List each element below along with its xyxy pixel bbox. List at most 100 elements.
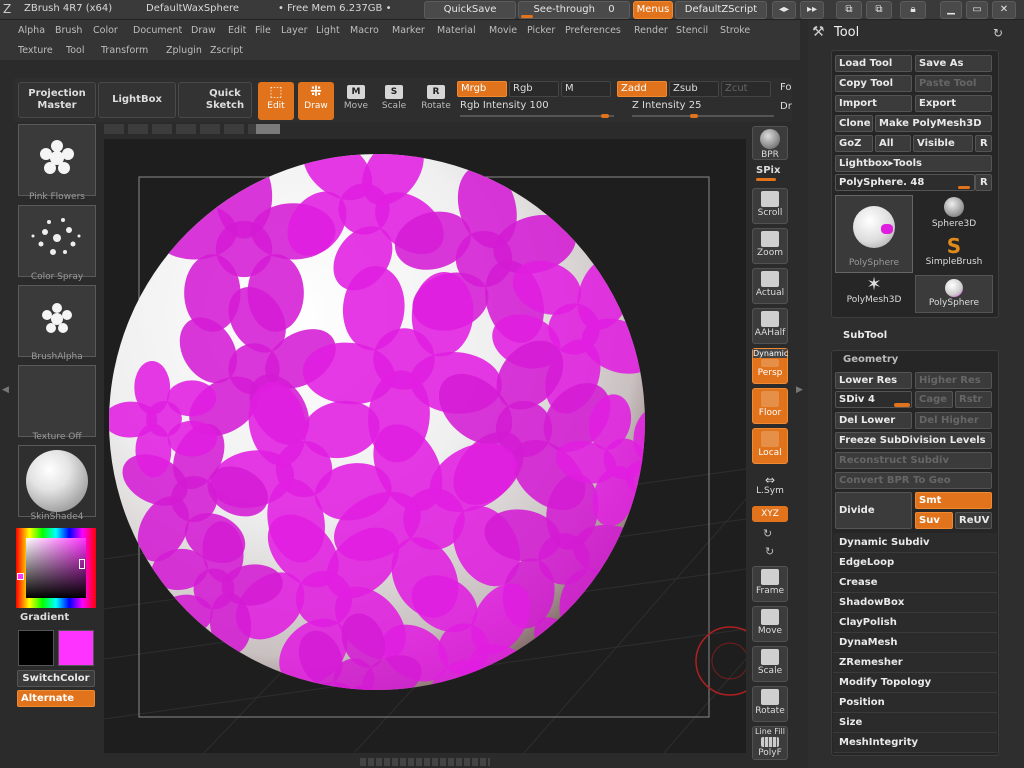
menu-color[interactable]: Color — [93, 25, 118, 36]
projection-master-button[interactable]: Projection Master — [18, 82, 96, 118]
z-intensity-slider[interactable]: Z Intensity 25 — [632, 100, 701, 111]
hue-marker[interactable] — [17, 573, 24, 580]
actual-button[interactable]: Actual — [752, 268, 788, 304]
alpha-thumbnail[interactable] — [18, 124, 96, 196]
lightbox-tools-button[interactable]: Lightbox▸Tools — [835, 155, 992, 172]
export-button[interactable]: Export — [915, 95, 992, 112]
mrgb-toggle[interactable]: Mrgb — [457, 81, 507, 97]
frame-button[interactable]: Frame — [752, 566, 788, 602]
load-tool-button[interactable]: Load Tool — [835, 55, 912, 72]
menu-file[interactable]: File — [255, 25, 271, 36]
section-edgeloop[interactable]: EdgeLoop — [833, 553, 997, 573]
stroke-thumbnail[interactable] — [18, 205, 96, 277]
section-modify-topology[interactable]: Modify Topology — [833, 673, 997, 693]
menu-tool[interactable]: Tool — [66, 45, 84, 56]
sphere3d-thumbnail[interactable]: Sphere3D — [915, 195, 993, 233]
goz-r-button[interactable]: R — [975, 135, 992, 152]
aahalf-button[interactable]: AAHalf — [752, 308, 788, 344]
current-tool-thumbnail[interactable]: PolySphere — [835, 195, 913, 273]
spix-slider[interactable]: SPix — [756, 165, 780, 176]
rotate-button[interactable]: R Rotate — [418, 82, 454, 120]
tool-palette-title[interactable]: Tool — [834, 25, 859, 40]
secondary-color-swatch[interactable] — [58, 630, 94, 666]
section-zremesher[interactable]: ZRemesher — [833, 653, 997, 673]
brush-alpha-thumbnail[interactable] — [18, 285, 96, 357]
menu-layer[interactable]: Layer — [281, 25, 308, 36]
rgb-intensity-slider[interactable]: Rgb Intensity 100 — [460, 100, 549, 111]
move-view-button[interactable]: Move — [752, 606, 788, 642]
divide-button[interactable]: Divide — [835, 492, 912, 529]
left-tray-toggle-icon[interactable]: ◀ — [2, 385, 10, 405]
freeze-subdivision-button[interactable]: Freeze SubDivision Levels — [835, 432, 992, 449]
section-crease[interactable]: Crease — [833, 573, 997, 593]
menu-preferences[interactable]: Preferences — [565, 25, 621, 36]
scroll-left-icon[interactable]: ◂▸ — [772, 1, 796, 19]
document-canvas[interactable] — [103, 139, 765, 754]
menu-brush[interactable]: Brush — [55, 25, 82, 36]
menu-draw[interactable]: Draw — [191, 25, 216, 36]
del-lower-button[interactable]: Del Lower — [835, 412, 912, 429]
zadd-toggle[interactable]: Zadd — [617, 81, 667, 97]
floor-button[interactable]: Floor — [752, 388, 788, 424]
smt-toggle[interactable]: Smt — [915, 492, 992, 509]
menu-document[interactable]: Document — [133, 25, 182, 36]
material-thumbnail[interactable] — [18, 445, 96, 517]
draw-button[interactable]: ⁜ Draw — [298, 82, 334, 120]
menu-light[interactable]: Light — [316, 25, 340, 36]
visible-button[interactable]: Visible — [913, 135, 973, 152]
zsub-toggle[interactable]: Zsub — [669, 81, 719, 97]
section-meshintegrity[interactable]: MeshIntegrity — [833, 733, 997, 753]
menu-marker[interactable]: Marker — [392, 25, 425, 36]
refresh-icon[interactable]: ↻ — [993, 26, 1003, 40]
polysphere-slider[interactable]: PolySphere. 48 — [835, 174, 975, 191]
menu-picker[interactable]: Picker — [527, 25, 555, 36]
menu-transform[interactable]: Transform — [101, 45, 148, 56]
polyf-button[interactable]: Line Fill PolyF — [752, 726, 788, 760]
rotate-y-icon[interactable]: ↻ — [763, 527, 772, 540]
rgb-intensity-knob[interactable] — [601, 114, 609, 118]
menu-movie[interactable]: Movie — [489, 25, 517, 36]
quick-sketch-button[interactable]: Quick Sketch — [178, 82, 252, 118]
menu-macro[interactable]: Macro — [350, 25, 379, 36]
menu-texture[interactable]: Texture — [18, 45, 53, 56]
del-higher-button[interactable]: Del Higher — [915, 412, 992, 429]
document-strip[interactable] — [104, 124, 280, 134]
polymesh3d-thumbnail[interactable]: ✶ PolyMesh3D — [835, 275, 913, 313]
see-through-slider[interactable]: See-through 0 — [518, 1, 630, 19]
z-intensity-track[interactable] — [632, 115, 774, 117]
local-button[interactable]: Local — [752, 428, 788, 464]
reconstruct-subdiv-button[interactable]: Reconstruct Subdiv — [835, 452, 992, 469]
texture-thumbnail[interactable] — [18, 365, 96, 437]
bottom-tray-handle[interactable] — [360, 758, 490, 766]
higher-res-button[interactable]: Higher Res — [915, 372, 992, 389]
paste-tool-button[interactable]: Paste Tool — [915, 75, 992, 92]
edit-button[interactable]: ⬚ Edit — [258, 82, 294, 120]
subtool-header[interactable]: SubTool — [843, 330, 887, 341]
menu-material[interactable]: Material — [437, 25, 476, 36]
minimize-icon[interactable]: ▁ — [940, 1, 962, 19]
layout-icon[interactable]: ⧉ — [836, 1, 862, 19]
scale-view-button[interactable]: Scale — [752, 646, 788, 682]
copy-tool-button[interactable]: Copy Tool — [835, 75, 912, 92]
convert-bpr-button[interactable]: Convert BPR To Geo — [835, 472, 992, 489]
menu-stroke[interactable]: Stroke — [720, 25, 750, 36]
bpr-button[interactable]: BPR — [752, 126, 788, 160]
saturation-marker[interactable] — [79, 559, 85, 569]
gradient-label[interactable]: Gradient — [20, 612, 69, 623]
goz-button[interactable]: GoZ — [835, 135, 873, 152]
zcut-toggle[interactable]: Zcut — [721, 81, 771, 97]
section-size[interactable]: Size — [833, 713, 997, 733]
rgb-toggle[interactable]: Rgb — [509, 81, 559, 97]
clone-button[interactable]: Clone — [835, 115, 873, 132]
menu-stencil[interactable]: Stencil — [676, 25, 708, 36]
layout-alt-icon[interactable]: ⧉ — [866, 1, 892, 19]
persp-button[interactable]: Dynamic Persp — [752, 348, 788, 384]
alternate-button[interactable]: Alternate — [17, 690, 95, 707]
z-intensity-knob[interactable] — [690, 114, 698, 118]
section-shadowbox[interactable]: ShadowBox — [833, 593, 997, 613]
section-dynamic-subdiv[interactable]: Dynamic Subdiv — [833, 533, 997, 553]
color-saturation-square[interactable] — [26, 538, 86, 598]
switchcolor-button[interactable]: SwitchColor — [17, 670, 95, 687]
close-icon[interactable]: ✕ — [992, 1, 1016, 19]
scale-button[interactable]: S Scale — [376, 82, 412, 120]
